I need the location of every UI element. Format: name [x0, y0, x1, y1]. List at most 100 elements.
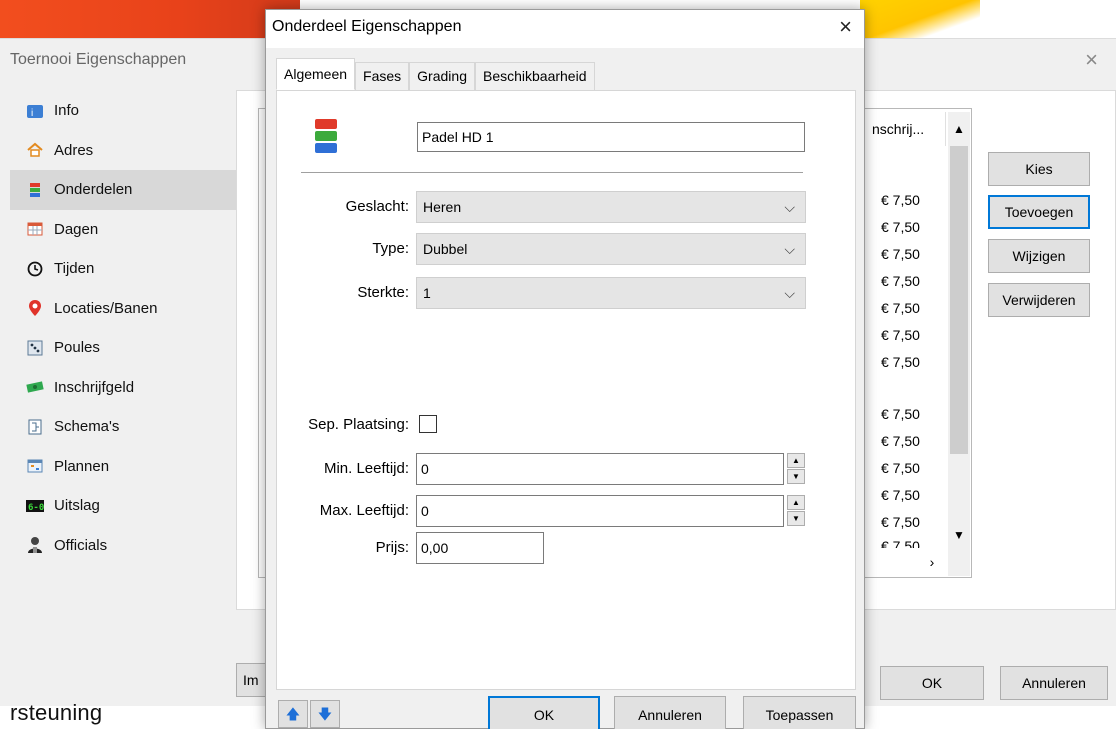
type-label: Type:: [372, 240, 409, 257]
sidebar-item-label: Locaties/Banen: [54, 299, 158, 317]
sidebar: i Info Adres Onderdelen Dagen Tijden Loc…: [10, 91, 236, 565]
tab-beschikbaarheid[interactable]: Beschikbaarheid: [474, 62, 595, 90]
fee-cell: € 7,50: [881, 300, 920, 316]
min-age-stepper[interactable]: ▲ ▼: [787, 453, 805, 485]
sidebar-item-dagen[interactable]: Dagen: [10, 210, 236, 250]
sidebar-item-label: Poules: [54, 339, 100, 357]
background-yellow-shape: [860, 0, 980, 38]
fee-cell: € 7,50: [881, 354, 920, 370]
sidebar-item-label: Uitslag: [54, 497, 100, 515]
sidebar-item-label: Adres: [54, 141, 94, 159]
import-button[interactable]: Im: [236, 663, 268, 697]
sidebar-item-label: Info: [54, 102, 80, 120]
schema-icon: [26, 418, 44, 436]
sidebar-item-label: Schema's: [54, 418, 120, 436]
spin-down-icon[interactable]: ▼: [787, 511, 805, 526]
clock-icon: [26, 260, 44, 278]
close-icon[interactable]: ×: [1085, 47, 1098, 73]
tab-algemeen[interactable]: Algemeen: [276, 58, 356, 90]
sep-plaatsing-checkbox[interactable]: [419, 415, 437, 433]
scroll-down-icon[interactable]: ▼: [948, 522, 970, 548]
scoreboard-icon: 6-0: [26, 497, 44, 515]
max-age-stepper[interactable]: ▲ ▼: [787, 495, 805, 527]
chevron-down-icon: ⌵: [784, 199, 795, 215]
window-title: Toernooi Eigenschappen: [10, 51, 187, 68]
wijzigen-button[interactable]: Wijzigen: [988, 239, 1090, 273]
apply-button[interactable]: Toepassen: [743, 696, 856, 729]
min-age-label: Min. Leeftijd:: [323, 460, 409, 477]
dialog-title: Onderdeel Eigenschappen: [272, 18, 462, 35]
calendar-icon: [26, 220, 44, 238]
sidebar-item-tijden[interactable]: Tijden: [10, 249, 236, 289]
min-age-input[interactable]: 0: [416, 453, 784, 485]
svg-text:i: i: [31, 108, 33, 119]
fee-cell: € 7,50: [881, 514, 920, 530]
type-select[interactable]: Dubbel ⌵: [416, 233, 806, 265]
geslacht-label: Geslacht:: [345, 198, 409, 215]
max-age-input[interactable]: 0: [416, 495, 784, 527]
sidebar-item-label: Inschrijfgeld: [54, 378, 135, 396]
close-icon[interactable]: ×: [839, 14, 852, 40]
max-age-label: Max. Leeftijd:: [319, 502, 409, 519]
name-input[interactable]: Padel HD 1: [417, 122, 805, 152]
fee-cell: € 7,50: [881, 246, 920, 262]
stack-icon: [315, 119, 337, 153]
tab-fases[interactable]: Fases: [355, 62, 410, 90]
tab-panel-algemeen: Padel HD 1 Geslacht: Heren ⌵ Type: Dubbe…: [276, 90, 856, 690]
category-properties-dialog: Onderdeel Eigenschappen × Algemeen Fases…: [265, 9, 865, 729]
separator: [301, 172, 803, 174]
sidebar-item-schemas[interactable]: Schema's: [10, 407, 236, 447]
fee-cell: € 7,50: [881, 192, 920, 208]
tab-bar: Algemeen Fases Grading Beschikbaarheid: [276, 58, 595, 90]
money-icon: [26, 378, 44, 396]
tab-grading[interactable]: Grading: [409, 62, 475, 90]
prijs-label: Prijs:: [375, 539, 409, 556]
stack-icon: [26, 181, 44, 199]
sidebar-item-locaties[interactable]: Locaties/Banen: [10, 289, 236, 329]
geslacht-value: Heren: [423, 199, 462, 215]
sterkte-label: Sterkte:: [357, 284, 409, 301]
cancel-button[interactable]: Annuleren: [1000, 666, 1108, 700]
sidebar-item-poules[interactable]: Poules: [10, 328, 236, 368]
sidebar-item-label: Plannen: [54, 457, 110, 475]
background-text: rsteuning: [10, 700, 103, 725]
spin-up-icon[interactable]: ▲: [787, 453, 805, 468]
sidebar-item-inschrijfgeld[interactable]: Inschrijfgeld: [10, 368, 236, 408]
scroll-up-icon[interactable]: ▲: [948, 112, 970, 146]
scroll-thumb[interactable]: [950, 146, 968, 454]
move-down-button[interactable]: 🡇: [310, 700, 340, 728]
sidebar-item-onderdelen[interactable]: Onderdelen: [10, 170, 236, 210]
scroll-right-icon[interactable]: ›: [920, 550, 944, 574]
column-header-inschrijfgeld[interactable]: nschrij...: [866, 112, 946, 146]
info-icon: i: [26, 102, 44, 120]
toevoegen-button[interactable]: Toevoegen: [988, 195, 1090, 229]
kies-button[interactable]: Kies: [988, 152, 1090, 186]
sidebar-item-label: Tijden: [54, 260, 95, 278]
chevron-down-icon: ⌵: [784, 285, 795, 301]
ok-button[interactable]: OK: [488, 696, 600, 729]
dialog-body: Algemeen Fases Grading Beschikbaarheid P…: [266, 48, 864, 729]
sterkte-select[interactable]: 1 ⌵: [416, 277, 806, 309]
arrow-up-icon: 🡅: [285, 706, 301, 722]
spin-up-icon[interactable]: ▲: [787, 495, 805, 510]
sidebar-item-uitslag[interactable]: 6-0 Uitslag: [10, 486, 236, 526]
move-up-button[interactable]: 🡅: [278, 700, 308, 728]
spin-down-icon[interactable]: ▼: [787, 469, 805, 484]
geslacht-select[interactable]: Heren ⌵: [416, 191, 806, 223]
planning-icon: [26, 457, 44, 475]
svg-text:6-0: 6-0: [28, 503, 44, 513]
verwijderen-button[interactable]: Verwijderen: [988, 283, 1090, 317]
sterkte-value: 1: [423, 285, 431, 301]
fee-cell: € 7,50: [881, 273, 920, 289]
type-value: Dubbel: [423, 241, 468, 257]
cancel-button[interactable]: Annuleren: [614, 696, 726, 729]
prijs-input[interactable]: 0,00: [416, 532, 544, 564]
sidebar-item-plannen[interactable]: Plannen: [10, 447, 236, 487]
sidebar-item-info[interactable]: i Info: [10, 91, 236, 131]
sidebar-item-adres[interactable]: Adres: [10, 131, 236, 171]
sidebar-item-officials[interactable]: Officials: [10, 526, 236, 566]
ok-button[interactable]: OK: [880, 666, 984, 700]
sidebar-item-label: Onderdelen: [54, 181, 133, 199]
fee-cell: € 7,50: [881, 487, 920, 503]
sidebar-item-label: Dagen: [54, 220, 99, 238]
